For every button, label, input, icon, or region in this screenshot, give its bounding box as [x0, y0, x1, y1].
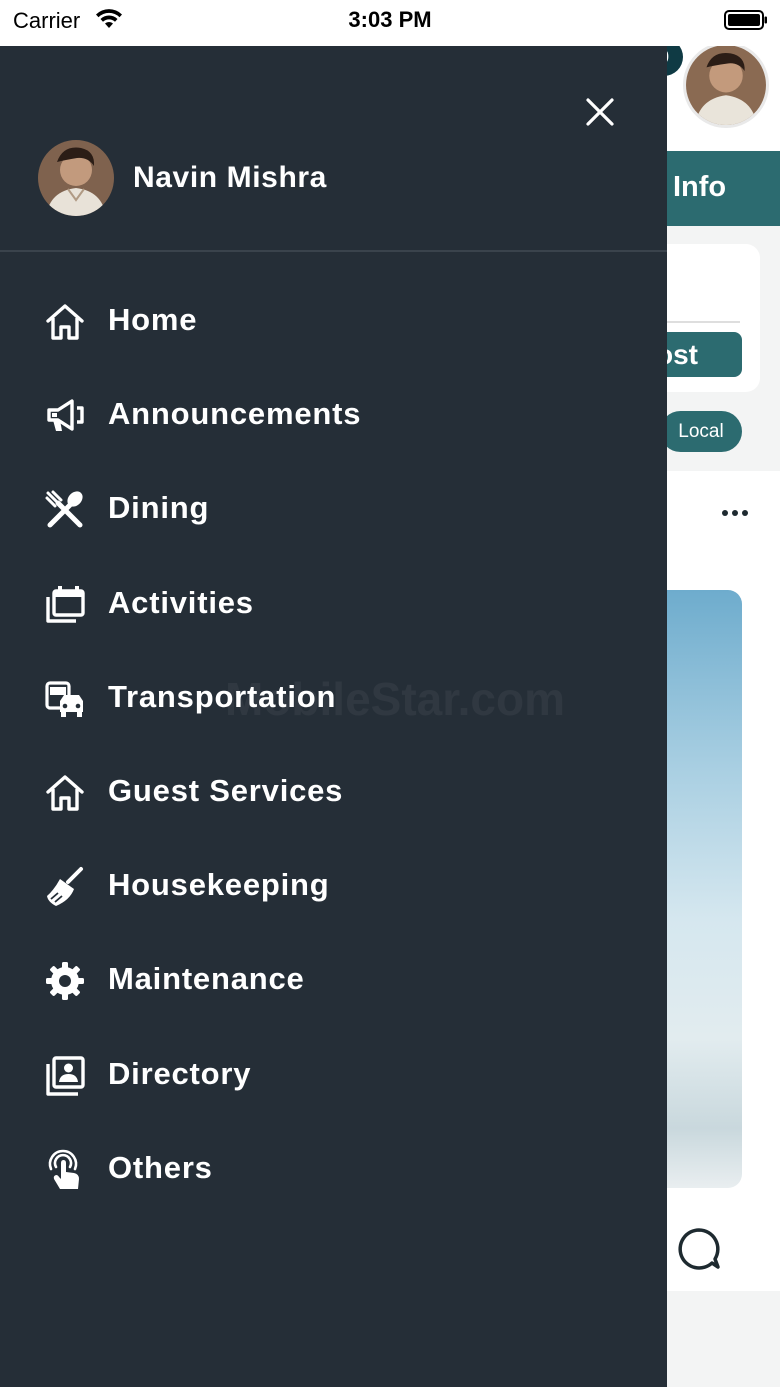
menu-label-housekeeping: Housekeeping [108, 867, 330, 903]
menu-item-housekeeping[interactable]: Housekeeping [0, 838, 667, 932]
battery-icon [724, 10, 767, 30]
menu-label-others: Others [108, 1149, 213, 1185]
menu-label-guest-services: Guest Services [108, 772, 344, 808]
menu-item-directory[interactable]: Directory [0, 1027, 667, 1121]
menu-label-directory: Directory [108, 1055, 252, 1091]
menu-item-announcements[interactable]: Announcements [0, 367, 667, 461]
more-options-icon[interactable] [720, 508, 750, 518]
menu-label-announcements: Announcements [108, 396, 362, 432]
avatar [38, 140, 114, 216]
menu-item-activities[interactable]: Activities [0, 556, 667, 650]
gear-icon [46, 962, 84, 1001]
menu-label-home: Home [108, 302, 198, 337]
touch-icon [48, 1149, 79, 1189]
local-filter-chip[interactable]: Local [660, 411, 742, 452]
menu-item-guest-services[interactable]: Guest Services [0, 744, 667, 838]
user-name: Navin Mishra [133, 161, 327, 194]
tab-info[interactable]: Info [673, 171, 726, 204]
comment-icon[interactable] [676, 1226, 722, 1272]
megaphone-icon [47, 399, 84, 432]
home-icon [46, 304, 84, 340]
menu-label-dining: Dining [108, 490, 210, 526]
menu-item-others[interactable]: Others [0, 1121, 667, 1215]
activities-icon [46, 585, 85, 623]
menu-label-maintenance: Maintenance [108, 961, 305, 997]
status-bar: Carrier 3:03 PM [0, 0, 780, 46]
divider [0, 250, 667, 252]
menu-item-home[interactable]: Home [0, 273, 667, 367]
directory-icon [46, 1055, 85, 1096]
home-icon [46, 775, 84, 811]
drawer-menu: Home Announcements Dining Activities Tra… [0, 273, 667, 1215]
composer-divider [660, 321, 740, 323]
menu-item-maintenance[interactable]: Maintenance [0, 932, 667, 1026]
header-avatar[interactable] [683, 42, 769, 128]
menu-item-dining[interactable]: Dining [0, 461, 667, 555]
utensils-icon [45, 490, 83, 528]
menu-label-activities: Activities [108, 584, 254, 620]
clock-time: 3:03 PM [348, 7, 432, 32]
watermark: MobileStar.com [225, 673, 565, 725]
broom-icon [47, 867, 83, 907]
transport-icon [45, 681, 83, 717]
drawer-profile[interactable]: Navin Mishra [0, 134, 667, 224]
close-icon[interactable] [578, 90, 622, 134]
